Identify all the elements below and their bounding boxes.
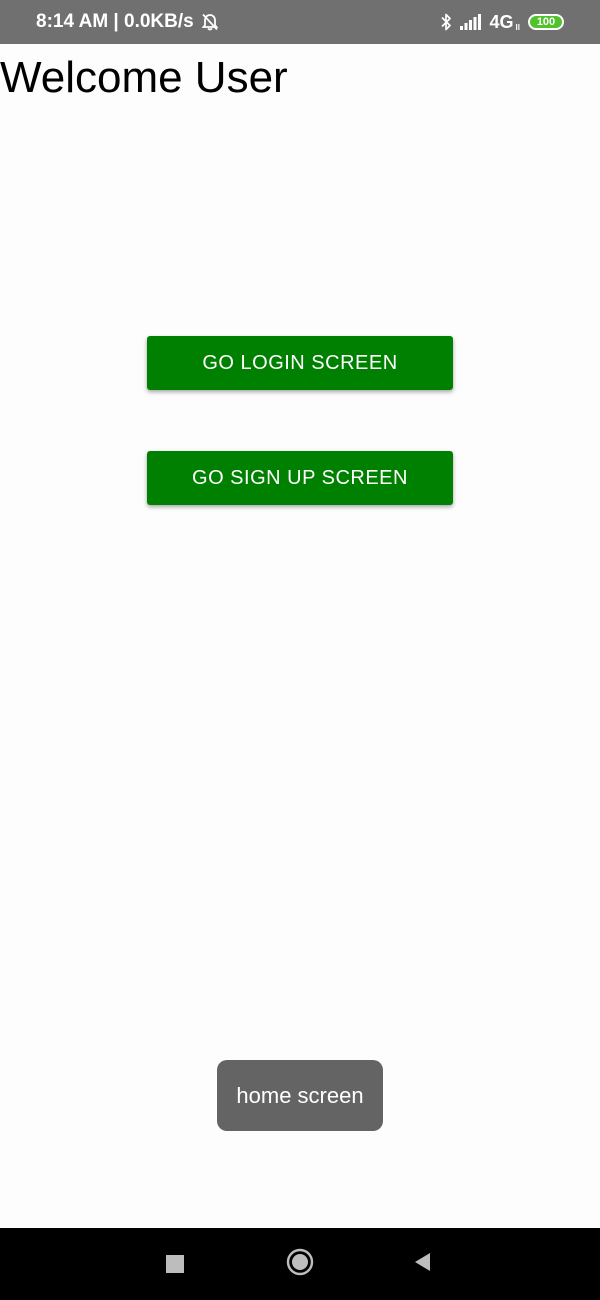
app-screen: 8:14 AM | 0.0KB/s 4G ll 100 Welcome User… <box>0 0 600 1300</box>
network-type: 4G <box>489 11 514 32</box>
battery-level: 100 <box>536 15 556 28</box>
bluetooth-icon <box>440 12 452 32</box>
back-icon <box>413 1252 433 1276</box>
toast-message: home screen <box>236 1082 364 1108</box>
home-button[interactable] <box>275 1228 325 1300</box>
status-time-speed: 8:14 AM | 0.0KB/s <box>36 11 194 32</box>
page-title: Welcome User <box>0 53 288 102</box>
status-bar: 8:14 AM | 0.0KB/s 4G ll 100 <box>0 0 600 44</box>
go-signup-button[interactable]: GO SIGN UP SCREEN <box>147 451 453 505</box>
recents-icon <box>166 1255 184 1273</box>
home-icon <box>286 1248 314 1280</box>
alarm-off-icon <box>200 12 220 32</box>
battery-icon: 100 <box>528 14 564 30</box>
toast: home screen <box>217 1060 383 1131</box>
back-button[interactable] <box>398 1228 448 1300</box>
network-activity: ll <box>515 22 520 32</box>
status-right: 4G ll 100 <box>440 0 564 44</box>
recents-button[interactable] <box>150 1228 200 1300</box>
go-login-button[interactable]: GO LOGIN SCREEN <box>147 336 453 390</box>
signal-icon <box>459 14 482 30</box>
navigation-bar <box>0 1228 600 1300</box>
status-left: 8:14 AM | 0.0KB/s <box>36 0 220 44</box>
